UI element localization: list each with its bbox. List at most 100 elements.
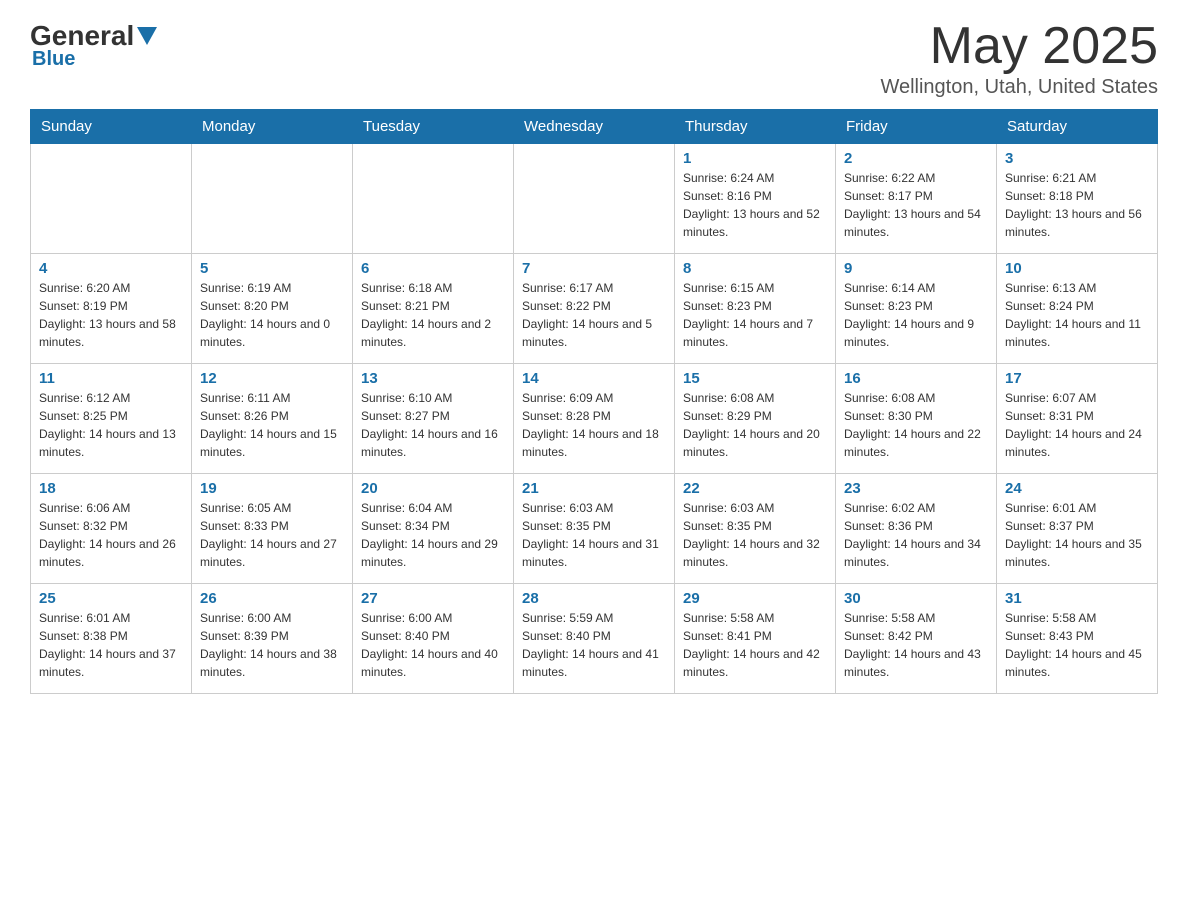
day-number: 20 xyxy=(361,480,505,497)
day-number: 24 xyxy=(1005,480,1149,497)
day-info: Sunrise: 5:59 AM Sunset: 8:40 PM Dayligh… xyxy=(522,609,666,681)
day-info: Sunrise: 6:11 AM Sunset: 8:26 PM Dayligh… xyxy=(200,389,344,461)
calendar-cell: 26 Sunrise: 6:00 AM Sunset: 8:39 PM Dayli… xyxy=(192,584,353,694)
day-number: 8 xyxy=(683,260,827,277)
calendar-cell: 25 Sunrise: 6:01 AM Sunset: 8:38 PM Dayli… xyxy=(31,584,192,694)
day-info: Sunrise: 6:00 AM Sunset: 8:40 PM Dayligh… xyxy=(361,609,505,681)
day-info: Sunrise: 6:19 AM Sunset: 8:20 PM Dayligh… xyxy=(200,279,344,351)
day-info: Sunrise: 6:03 AM Sunset: 8:35 PM Dayligh… xyxy=(683,499,827,571)
day-info: Sunrise: 5:58 AM Sunset: 8:43 PM Dayligh… xyxy=(1005,609,1149,681)
calendar-cell: 18 Sunrise: 6:06 AM Sunset: 8:32 PM Dayli… xyxy=(31,474,192,584)
day-info: Sunrise: 6:22 AM Sunset: 8:17 PM Dayligh… xyxy=(844,169,988,241)
calendar-cell: 30 Sunrise: 5:58 AM Sunset: 8:42 PM Dayli… xyxy=(836,584,997,694)
day-info: Sunrise: 6:17 AM Sunset: 8:22 PM Dayligh… xyxy=(522,279,666,351)
day-number: 10 xyxy=(1005,260,1149,277)
day-info: Sunrise: 5:58 AM Sunset: 8:42 PM Dayligh… xyxy=(844,609,988,681)
day-number: 28 xyxy=(522,590,666,607)
day-info: Sunrise: 6:15 AM Sunset: 8:23 PM Dayligh… xyxy=(683,279,827,351)
day-number: 4 xyxy=(39,260,183,277)
calendar-cell: 21Sunrise: 6:03 AM Sunset: 8:35 PM Dayli… xyxy=(514,474,675,584)
day-number: 9 xyxy=(844,260,988,277)
day-info: Sunrise: 6:10 AM Sunset: 8:27 PM Dayligh… xyxy=(361,389,505,461)
calendar-cell: 24 Sunrise: 6:01 AM Sunset: 8:37 PM Dayli… xyxy=(997,474,1158,584)
calendar-cell xyxy=(353,144,514,254)
day-info: Sunrise: 6:24 AM Sunset: 8:16 PM Dayligh… xyxy=(683,169,827,241)
calendar-cell: 31 Sunrise: 5:58 AM Sunset: 8:43 PM Dayli… xyxy=(997,584,1158,694)
day-number: 26 xyxy=(200,590,344,607)
day-info: Sunrise: 6:08 AM Sunset: 8:30 PM Dayligh… xyxy=(844,389,988,461)
day-number: 6 xyxy=(361,260,505,277)
day-number: 12 xyxy=(200,370,344,387)
day-number: 30 xyxy=(844,590,988,607)
logo: General Blue xyxy=(30,20,160,71)
calendar-cell: 2 Sunrise: 6:22 AM Sunset: 8:17 PM Daylig… xyxy=(836,144,997,254)
month-year-title: May 2025 xyxy=(880,20,1158,72)
calendar-cell: 15 Sunrise: 6:08 AM Sunset: 8:29 PM Dayli… xyxy=(675,364,836,474)
day-number: 2 xyxy=(844,150,988,167)
day-info: Sunrise: 6:18 AM Sunset: 8:21 PM Dayligh… xyxy=(361,279,505,351)
column-header-friday: Friday xyxy=(836,110,997,144)
calendar-cell: 20Sunrise: 6:04 AM Sunset: 8:34 PM Dayli… xyxy=(353,474,514,584)
calendar-cell: 3 Sunrise: 6:21 AM Sunset: 8:18 PM Daylig… xyxy=(997,144,1158,254)
day-number: 16 xyxy=(844,370,988,387)
calendar-cell: 14 Sunrise: 6:09 AM Sunset: 8:28 PM Dayli… xyxy=(514,364,675,474)
day-number: 22 xyxy=(683,480,827,497)
calendar-cell: 7 Sunrise: 6:17 AM Sunset: 8:22 PM Daylig… xyxy=(514,254,675,364)
calendar-cell: 28 Sunrise: 5:59 AM Sunset: 8:40 PM Dayli… xyxy=(514,584,675,694)
day-number: 3 xyxy=(1005,150,1149,167)
day-number: 31 xyxy=(1005,590,1149,607)
day-number: 18 xyxy=(39,480,183,497)
day-number: 27 xyxy=(361,590,505,607)
day-number: 21 xyxy=(522,480,666,497)
day-info: Sunrise: 6:00 AM Sunset: 8:39 PM Dayligh… xyxy=(200,609,344,681)
day-info: Sunrise: 6:07 AM Sunset: 8:31 PM Dayligh… xyxy=(1005,389,1149,461)
day-number: 15 xyxy=(683,370,827,387)
calendar-week-row: 11 Sunrise: 6:12 AM Sunset: 8:25 PM Dayli… xyxy=(31,364,1158,474)
calendar-cell xyxy=(31,144,192,254)
day-number: 25 xyxy=(39,590,183,607)
day-info: Sunrise: 6:13 AM Sunset: 8:24 PM Dayligh… xyxy=(1005,279,1149,351)
day-number: 11 xyxy=(39,370,183,387)
calendar-cell: 11 Sunrise: 6:12 AM Sunset: 8:25 PM Dayli… xyxy=(31,364,192,474)
calendar-cell: 1 Sunrise: 6:24 AM Sunset: 8:16 PM Daylig… xyxy=(675,144,836,254)
page-header: General Blue May 2025 Wellington, Utah, … xyxy=(30,20,1158,99)
calendar-cell: 23Sunrise: 6:02 AM Sunset: 8:36 PM Dayli… xyxy=(836,474,997,584)
calendar-cell: 5Sunrise: 6:19 AM Sunset: 8:20 PM Daylig… xyxy=(192,254,353,364)
day-info: Sunrise: 6:01 AM Sunset: 8:38 PM Dayligh… xyxy=(39,609,183,681)
day-info: Sunrise: 6:05 AM Sunset: 8:33 PM Dayligh… xyxy=(200,499,344,571)
calendar-cell: 29Sunrise: 5:58 AM Sunset: 8:41 PM Dayli… xyxy=(675,584,836,694)
calendar-week-row: 4 Sunrise: 6:20 AM Sunset: 8:19 PM Daylig… xyxy=(31,254,1158,364)
day-info: Sunrise: 6:01 AM Sunset: 8:37 PM Dayligh… xyxy=(1005,499,1149,571)
day-number: 7 xyxy=(522,260,666,277)
column-header-wednesday: Wednesday xyxy=(514,110,675,144)
day-number: 29 xyxy=(683,590,827,607)
calendar-cell: 17 Sunrise: 6:07 AM Sunset: 8:31 PM Dayli… xyxy=(997,364,1158,474)
day-info: Sunrise: 6:21 AM Sunset: 8:18 PM Dayligh… xyxy=(1005,169,1149,241)
column-header-thursday: Thursday xyxy=(675,110,836,144)
day-info: Sunrise: 6:12 AM Sunset: 8:25 PM Dayligh… xyxy=(39,389,183,461)
column-header-monday: Monday xyxy=(192,110,353,144)
day-info: Sunrise: 6:14 AM Sunset: 8:23 PM Dayligh… xyxy=(844,279,988,351)
day-number: 19 xyxy=(200,480,344,497)
calendar-week-row: 25 Sunrise: 6:01 AM Sunset: 8:38 PM Dayli… xyxy=(31,584,1158,694)
column-header-tuesday: Tuesday xyxy=(353,110,514,144)
calendar-cell: 22 Sunrise: 6:03 AM Sunset: 8:35 PM Dayli… xyxy=(675,474,836,584)
calendar-week-row: 18 Sunrise: 6:06 AM Sunset: 8:32 PM Dayli… xyxy=(31,474,1158,584)
day-info: Sunrise: 6:08 AM Sunset: 8:29 PM Dayligh… xyxy=(683,389,827,461)
calendar-cell xyxy=(192,144,353,254)
day-info: Sunrise: 6:09 AM Sunset: 8:28 PM Dayligh… xyxy=(522,389,666,461)
logo-triangle-icon xyxy=(137,27,157,45)
calendar-table: SundayMondayTuesdayWednesdayThursdayFrid… xyxy=(30,109,1158,694)
calendar-cell: 12 Sunrise: 6:11 AM Sunset: 8:26 PM Dayli… xyxy=(192,364,353,474)
calendar-cell: 8 Sunrise: 6:15 AM Sunset: 8:23 PM Daylig… xyxy=(675,254,836,364)
day-info: Sunrise: 6:20 AM Sunset: 8:19 PM Dayligh… xyxy=(39,279,183,351)
calendar-cell: 27 Sunrise: 6:00 AM Sunset: 8:40 PM Dayli… xyxy=(353,584,514,694)
calendar-cell: 16 Sunrise: 6:08 AM Sunset: 8:30 PM Dayli… xyxy=(836,364,997,474)
day-number: 17 xyxy=(1005,370,1149,387)
day-number: 14 xyxy=(522,370,666,387)
column-header-saturday: Saturday xyxy=(997,110,1158,144)
calendar-cell: 10 Sunrise: 6:13 AM Sunset: 8:24 PM Dayli… xyxy=(997,254,1158,364)
day-number: 1 xyxy=(683,150,827,167)
day-number: 23 xyxy=(844,480,988,497)
day-info: Sunrise: 6:06 AM Sunset: 8:32 PM Dayligh… xyxy=(39,499,183,571)
